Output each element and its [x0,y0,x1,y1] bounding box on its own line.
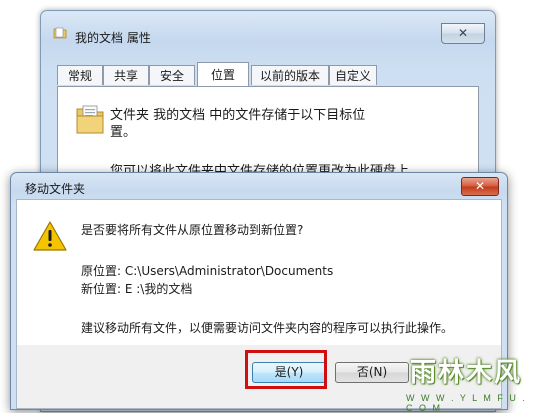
tab-location[interactable]: 位置 [197,62,249,86]
dialog-close-button[interactable]: ✕ [461,177,499,196]
no-button[interactable]: 否(N) [335,362,409,383]
watermark-logo-text: 雨林木风 [409,358,522,388]
properties-close-button[interactable]: ✕ [441,23,485,44]
properties-title: 我的文档 属性 [75,31,151,45]
properties-titlebar[interactable]: 我的文档 属性 ✕ [41,11,495,45]
tab-previous-versions[interactable]: 以前的版本 [251,65,329,85]
folder-title-icon [53,27,67,39]
new-location: 新位置: E :\我的文档 [81,282,193,296]
tab-sharing[interactable]: 共享 [103,65,149,85]
move-advice: 建议移动所有文件，以便需要访问文件夹内容的程序可以执行此操作。 [81,321,454,335]
location-description: 文件夹 我的文档 中的文件存储于以下目标位 置。 [110,108,366,140]
warning-icon [33,221,67,251]
tab-general[interactable]: 常规 [57,65,103,85]
dialog-body: 是否要将所有文件从原位置移动到新位置? 原位置: C:\Users\Admini… [16,199,502,346]
watermark-url: W W W . Y L M F U . C O M [406,393,527,413]
site-watermark: 雨林木风 W W W . Y L M F U . C O M [402,352,532,413]
tab-customize[interactable]: 自定义 [329,65,377,85]
dialog-title: 移动文件夹 [25,182,86,196]
tab-security[interactable]: 安全 [149,65,195,85]
original-location: 原位置: C:\Users\Administrator\Documents [81,264,334,278]
move-question: 是否要将所有文件从原位置移动到新位置? [81,223,304,237]
yes-button-highlight [245,350,327,389]
documents-folder-icon [76,105,104,134]
